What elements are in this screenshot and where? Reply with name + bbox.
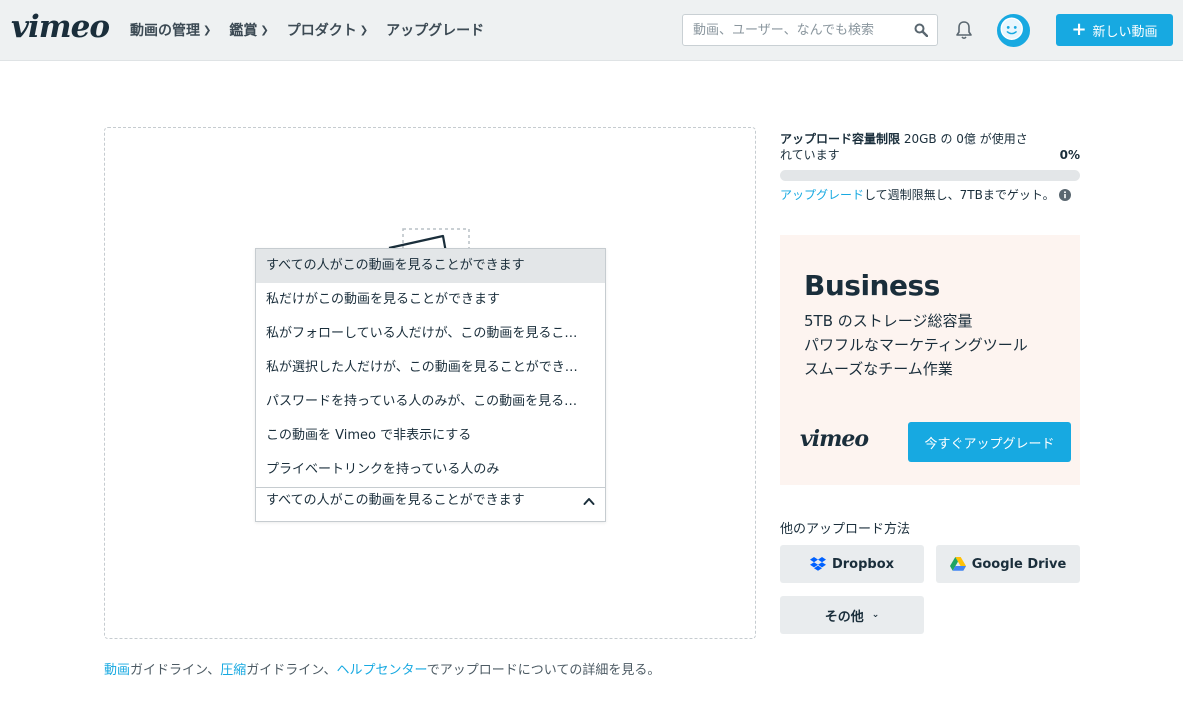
main-nav: 動画の管理 ❯ 鑑賞 ❯ プロダクト ❯ アップグレード xyxy=(130,20,484,40)
privacy-current-value: すべての人がこの動画を見ることができます xyxy=(266,493,525,508)
privacy-option-hide[interactable]: この動画を Vimeo で非表示にする xyxy=(256,419,605,453)
other-upload-title: 他のアップロード方法 xyxy=(780,522,911,537)
promo-title: Business xyxy=(804,269,940,302)
search-icon[interactable] xyxy=(914,23,928,37)
nav-watch[interactable]: 鑑賞 ❯ xyxy=(229,20,268,40)
other-sources-button[interactable]: その他 ⌄ xyxy=(780,596,924,634)
quota-text: アップロード容量制限 20GB の 0億 が使用されています xyxy=(780,131,1030,163)
privacy-dropdown[interactable]: すべての人がこの動画を見ることができます 私だけがこの動画を見ることができます … xyxy=(255,248,606,522)
guidelines-text-3: でアップロードについての詳細を見る。 xyxy=(426,663,661,678)
chevron-up-icon xyxy=(583,498,595,505)
bell-icon[interactable] xyxy=(955,20,973,40)
quota-upgrade-note: アップグレードして週制限無し、7TBまでゲット。 xyxy=(780,186,1071,203)
business-promo-card: Business 5TB のストレージ総容量 パワフルなマーケティングツール ス… xyxy=(780,235,1080,485)
search-box xyxy=(682,14,938,46)
upgrade-now-button[interactable]: 今すぐアップグレード xyxy=(908,422,1071,462)
dropbox-icon xyxy=(809,557,826,571)
nav-watch-label: 鑑賞 xyxy=(229,23,258,39)
other-sources-label: その他 xyxy=(824,609,864,625)
nav-products[interactable]: プロダクト ❯ xyxy=(287,20,368,40)
privacy-option-private-link[interactable]: プライベートリンクを持っている人のみ xyxy=(256,453,605,487)
chevron-down-icon: ❯ xyxy=(260,24,269,36)
quota-upgrade-text: して週制限無し、7TBまでゲット。 xyxy=(864,188,1055,202)
chevron-down-icon: ⌄ xyxy=(871,610,880,620)
privacy-option-everyone[interactable]: すべての人がこの動画を見ることができます xyxy=(256,249,605,283)
quota-progress-bar xyxy=(780,170,1080,181)
promo-feature: パワフルなマーケティングツール xyxy=(804,336,1028,354)
privacy-option-only-me[interactable]: 私だけがこの動画を見ることができます xyxy=(256,283,605,317)
nav-manage-videos[interactable]: 動画の管理 ❯ xyxy=(130,20,211,40)
help-center-link[interactable]: ヘルプセンター xyxy=(337,663,427,678)
new-video-button[interactable]: + 新しい動画 xyxy=(1056,14,1173,46)
google-drive-label: Google Drive xyxy=(971,556,1067,572)
promo-feature: 5TB のストレージ総容量 xyxy=(804,312,973,330)
privacy-option-password[interactable]: パスワードを持っている人のみが、この動画を見ることができます xyxy=(256,385,605,419)
promo-feature: スムーズなチーム作業 xyxy=(804,360,953,378)
dropbox-button[interactable]: Dropbox xyxy=(780,545,924,583)
quota-upgrade-link[interactable]: アップグレード xyxy=(780,188,864,202)
vimeo-logo[interactable]: vimeo xyxy=(11,9,110,45)
nav-products-label: プロダクト xyxy=(286,23,357,39)
privacy-select-current[interactable]: すべての人がこの動画を見ることができます xyxy=(256,487,605,521)
google-drive-icon xyxy=(949,557,966,571)
upload-guidelines: 動画ガイドライン、圧縮ガイドライン、ヘルプセンターでアップロードについての詳細を… xyxy=(104,659,660,678)
dropbox-label: Dropbox xyxy=(831,556,895,572)
plus-icon: + xyxy=(1071,19,1087,40)
nav-upgrade[interactable]: アップグレード xyxy=(386,20,484,40)
guidelines-text-2: ガイドライン、 xyxy=(246,663,337,678)
compression-guidelines-link[interactable]: 圧縮 xyxy=(220,663,246,678)
info-icon[interactable] xyxy=(1058,188,1071,201)
nav-manage-videos-label: 動画の管理 xyxy=(130,23,200,39)
video-guidelines-link[interactable]: 動画 xyxy=(104,663,130,678)
avatar-face-icon xyxy=(1000,17,1023,40)
upload-quota: アップロード容量制限 20GB の 0億 が使用されています 0% xyxy=(780,131,1080,163)
top-header: vimeo 動画の管理 ❯ 鑑賞 ❯ プロダクト ❯ アップグレード 動画、ユー… xyxy=(0,0,1183,61)
chevron-down-icon: ❯ xyxy=(359,24,369,36)
quota-percent: 0% xyxy=(1059,148,1080,162)
guidelines-text-1: ガイドライン、 xyxy=(130,663,221,678)
promo-vimeo-logo: vimeo xyxy=(800,426,869,452)
user-avatar[interactable] xyxy=(997,14,1030,47)
privacy-option-selected-people[interactable]: 私が選択した人だけが、この動画を見ることができます xyxy=(256,351,605,385)
chevron-down-icon: ❯ xyxy=(203,24,212,36)
new-video-label: 新しい動画 xyxy=(1092,24,1158,40)
privacy-option-following[interactable]: 私がフォローしている人だけが、この動画を見ることができます xyxy=(256,317,605,351)
quota-label: アップロード容量制限 xyxy=(780,132,901,146)
search-input[interactable] xyxy=(683,15,903,45)
google-drive-button[interactable]: Google Drive xyxy=(936,545,1080,583)
nav-upgrade-label: アップグレード xyxy=(386,23,485,39)
promo-features: 5TB のストレージ総容量 パワフルなマーケティングツール スムーズなチーム作業 xyxy=(804,309,1028,381)
